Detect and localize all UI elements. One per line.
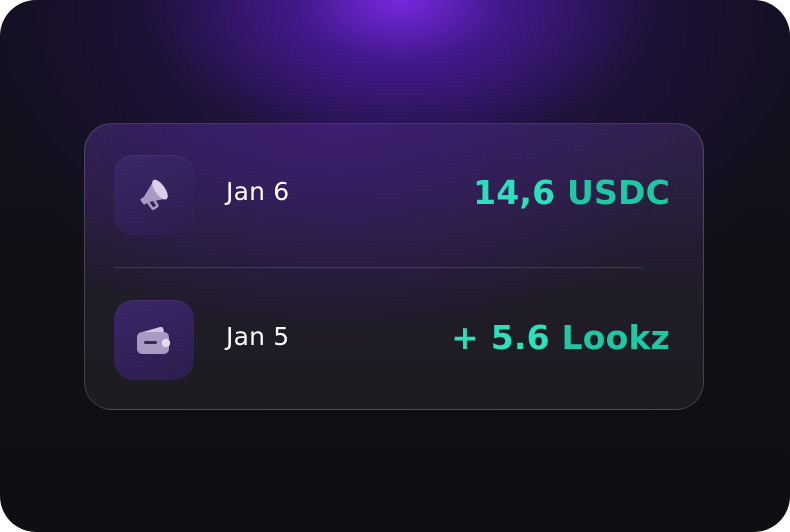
transaction-amount: + 5.6 Lookz <box>451 318 670 357</box>
background-frame: Jan 6 14,6 USDC Jan 5 + 5.6 Lookz <box>0 0 790 532</box>
transaction-date: Jan 5 <box>226 322 290 351</box>
transactions-card: Jan 6 14,6 USDC Jan 5 + 5.6 Lookz <box>84 123 704 410</box>
icon-tile <box>114 300 194 380</box>
transaction-row[interactable]: Jan 6 14,6 USDC <box>85 155 703 235</box>
transaction-date: Jan 6 <box>226 177 290 206</box>
amount-value: 14,6 <box>473 173 556 212</box>
amount-value: + 5.6 <box>451 318 550 357</box>
divider <box>114 267 643 268</box>
amount-unit: Lookz <box>561 318 670 357</box>
transaction-amount: 14,6 USDC <box>473 173 670 212</box>
icon-tile <box>114 155 194 235</box>
amount-unit: USDC <box>567 173 670 212</box>
megaphone-icon <box>140 179 168 211</box>
transaction-row[interactable]: Jan 5 + 5.6 Lookz <box>85 300 703 380</box>
wallet-icon <box>137 326 171 354</box>
